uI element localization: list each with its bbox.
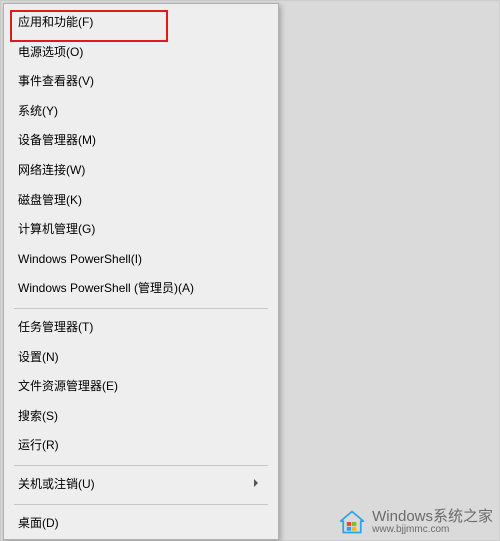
menu-power-options[interactable]: 电源选项(O)	[4, 38, 278, 68]
menu-shutdown-signout[interactable]: 关机或注销(U)	[4, 470, 278, 500]
menu-item-label: 文件资源管理器(E)	[18, 372, 118, 402]
menu-desktop[interactable]: 桌面(D)	[4, 509, 278, 539]
menu-item-label: 运行(R)	[18, 431, 59, 461]
watermark-site: www.bjjmmc.com	[372, 525, 493, 535]
menu-apps-features[interactable]: 应用和功能(F)	[4, 8, 278, 38]
winx-context-menu: 应用和功能(F) 电源选项(O) 事件查看器(V) 系统(Y) 设备管理器(M)…	[3, 3, 279, 540]
watermark: Windows系统之家 www.bjjmmc.com	[338, 508, 493, 536]
menu-item-label: 电源选项(O)	[18, 38, 83, 68]
menu-separator	[14, 504, 268, 505]
menu-item-label: 事件查看器(V)	[18, 67, 94, 97]
menu-item-label: 系统(Y)	[18, 97, 58, 127]
menu-event-viewer[interactable]: 事件查看器(V)	[4, 67, 278, 97]
menu-settings[interactable]: 设置(N)	[4, 343, 278, 373]
menu-item-label: 设置(N)	[18, 343, 59, 373]
menu-search[interactable]: 搜索(S)	[4, 402, 278, 432]
menu-item-label: 计算机管理(G)	[18, 215, 95, 245]
menu-device-manager[interactable]: 设备管理器(M)	[4, 126, 278, 156]
menu-item-label: Windows PowerShell (管理员)(A)	[18, 274, 194, 304]
menu-item-label: 搜索(S)	[18, 402, 58, 432]
menu-item-label: 网络连接(W)	[18, 156, 85, 186]
menu-task-manager[interactable]: 任务管理器(T)	[4, 313, 278, 343]
menu-item-label: 任务管理器(T)	[18, 313, 93, 343]
menu-item-label: 桌面(D)	[18, 509, 59, 539]
menu-separator	[14, 308, 268, 309]
chevron-right-icon	[252, 470, 260, 500]
menu-system[interactable]: 系统(Y)	[4, 97, 278, 127]
menu-item-label: 关机或注销(U)	[18, 470, 95, 500]
menu-disk-management[interactable]: 磁盘管理(K)	[4, 186, 278, 216]
menu-computer-management[interactable]: 计算机管理(G)	[4, 215, 278, 245]
menu-network-connections[interactable]: 网络连接(W)	[4, 156, 278, 186]
menu-powershell[interactable]: Windows PowerShell(I)	[4, 245, 278, 275]
watermark-brand: Windows系统之家	[372, 509, 493, 526]
menu-separator	[14, 465, 268, 466]
menu-powershell-admin[interactable]: Windows PowerShell (管理员)(A)	[4, 274, 278, 304]
menu-file-explorer[interactable]: 文件资源管理器(E)	[4, 372, 278, 402]
house-logo-icon	[338, 508, 366, 536]
menu-item-label: 磁盘管理(K)	[18, 186, 82, 216]
menu-run[interactable]: 运行(R)	[4, 431, 278, 461]
menu-item-label: 应用和功能(F)	[18, 8, 93, 38]
menu-item-label: 设备管理器(M)	[18, 126, 96, 156]
watermark-text: Windows系统之家 www.bjjmmc.com	[372, 509, 493, 536]
menu-item-label: Windows PowerShell(I)	[18, 245, 142, 275]
